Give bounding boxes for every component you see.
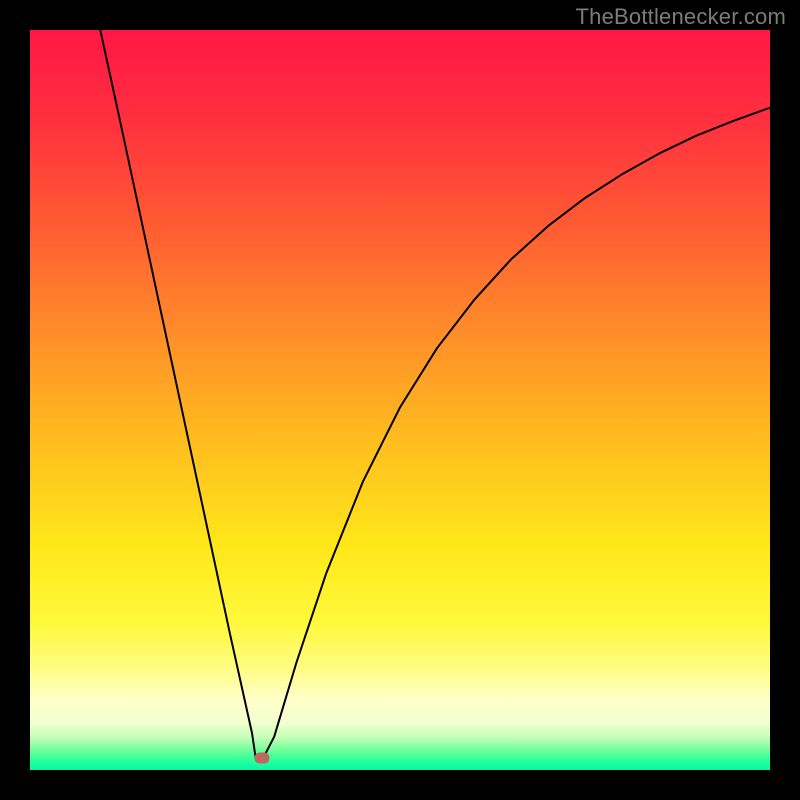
curve-path (100, 30, 770, 758)
bottleneck-curve (30, 30, 770, 770)
watermark-text: TheBottlenecker.com (576, 4, 786, 30)
chart-frame: TheBottlenecker.com (0, 0, 800, 800)
plot-area (30, 30, 770, 770)
optimal-point-marker (254, 753, 269, 764)
